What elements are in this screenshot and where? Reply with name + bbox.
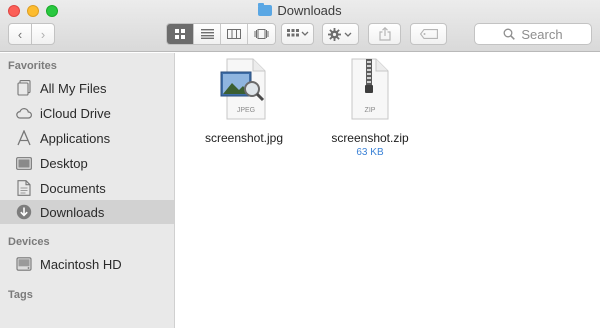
back-button[interactable]: ‹ [8,23,32,45]
zip-file-icon: ZIP [351,58,389,120]
devices-header: Devices [8,236,50,248]
sidebar-item-label: Macintosh HD [40,256,122,272]
icon-view-button[interactable] [167,24,194,44]
search-field[interactable]: Search [474,23,592,45]
window-title-area: Downloads [0,3,600,18]
documents-icon [16,180,32,196]
window-title: Downloads [277,3,342,18]
arrange-grid-icon [286,29,308,37]
file-browser: JPEG screenshot.jpg ZIP screenshot.zip 6… [175,53,600,328]
sidebar-item-label: iCloud Drive [40,105,111,121]
file-size: 63 KB [356,147,384,158]
sidebar-item-downloads[interactable]: Downloads [0,200,174,224]
edit-tags-button[interactable] [410,23,447,45]
icon-grid-icon [175,29,185,39]
sidebar-item-label: All My Files [40,80,107,96]
sidebar-item-documents[interactable]: Documents [0,176,174,200]
desktop-icon [16,155,32,171]
search-placeholder: Search [521,26,563,42]
favorites-header: Favorites [8,60,57,72]
sidebar-item-all-my-files[interactable]: All My Files [0,76,174,100]
cover-flow-icon [254,29,269,39]
arrange-button[interactable] [281,23,314,45]
title-bar: Downloads ‹ › Search [0,0,600,52]
sidebar-item-applications[interactable]: Applications [0,126,174,150]
columns-icon [227,29,241,39]
sidebar-item-icloud-drive[interactable]: iCloud Drive [0,101,174,125]
chevron-left-icon: ‹ [17,26,23,42]
file-item-zip[interactable]: ZIP screenshot.zip 63 KB [315,58,425,158]
forward-button[interactable]: › [31,23,55,45]
file-type-label: ZIP [365,107,376,114]
tags-header: Tags [8,289,33,301]
cloud-icon [16,105,32,121]
jpeg-file-icon: JPEG [220,58,266,120]
search-icon [503,28,516,40]
sidebar-item-label: Documents [40,180,106,196]
sidebar-item-macintosh-hd[interactable]: Macintosh HD [0,252,174,276]
cover-flow-view-button[interactable] [248,24,275,44]
gear-icon [328,27,352,41]
folder-icon [258,3,273,16]
downloads-icon [16,204,32,220]
sidebar-item-label: Applications [40,130,111,146]
file-name: screenshot.zip [331,131,409,145]
column-view-button[interactable] [221,24,248,44]
file-item-jpg[interactable]: JPEG screenshot.jpg [189,58,299,145]
sidebar-item-label: Downloads [40,204,105,220]
all-files-icon [16,80,32,96]
share-icon [378,27,391,41]
list-view-button[interactable] [194,24,221,44]
chevron-right-icon: › [40,26,46,42]
sidebar-item-label: Desktop [40,155,88,171]
action-button[interactable] [322,23,359,45]
disk-icon [16,256,32,272]
list-icon [200,29,214,39]
sidebar-item-desktop[interactable]: Desktop [0,151,174,175]
file-type-label: JPEG [237,107,255,114]
applications-icon [16,130,32,146]
tag-icon [419,29,438,39]
share-button[interactable] [368,23,401,45]
file-name: screenshot.jpg [204,131,284,145]
sidebar: Favorites All My Files iCloud Drive Appl… [0,53,175,328]
view-mode-selector [166,23,276,45]
